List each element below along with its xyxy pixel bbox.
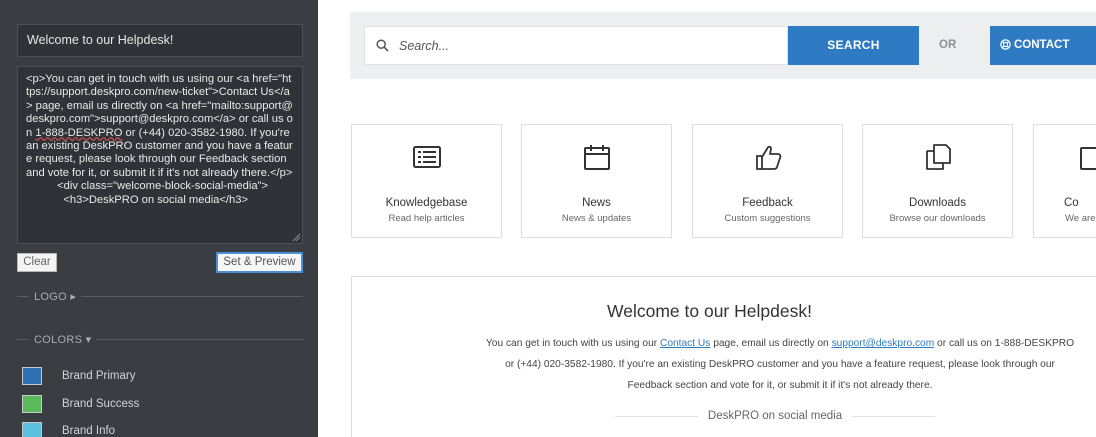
- card-downloads[interactable]: Downloads Browse our downloads: [862, 124, 1013, 238]
- divider: [81, 295, 303, 297]
- search-box[interactable]: [364, 26, 788, 65]
- color-label: Brand Info: [62, 425, 116, 437]
- editor-sidebar: Welcome to our Helpdesk! <p>You can get …: [0, 0, 318, 437]
- welcome-body: You can get in touch with us using our C…: [450, 333, 1096, 396]
- color-swatch[interactable]: [22, 395, 42, 413]
- page: Welcome to our Helpdesk! <p>You can get …: [0, 0, 1096, 437]
- colors-section-label: COLORS ▾: [34, 333, 92, 346]
- card-knowledgebase[interactable]: Knowledgebase Read help articles: [351, 124, 502, 238]
- card-subtitle: Read help articles: [388, 213, 465, 224]
- support-email-link[interactable]: support@deskpro.com: [832, 338, 935, 349]
- card-news[interactable]: News News & updates: [521, 124, 672, 238]
- search-button[interactable]: SEARCH: [788, 26, 919, 65]
- search-input[interactable]: [399, 27, 779, 64]
- divider: [17, 338, 29, 340]
- calendar-icon: [583, 145, 610, 170]
- card-title: News: [582, 197, 611, 209]
- logo-section-label: LOGO ▸: [34, 290, 77, 303]
- card-subtitle: We are: [1065, 213, 1096, 224]
- card-title: Co: [1064, 197, 1079, 209]
- logo-section-toggle[interactable]: LOGO ▸: [17, 289, 303, 303]
- welcome-line-2: or (+44) 020-3582-1980. If you're an exi…: [505, 359, 1055, 370]
- colors-section-toggle[interactable]: COLORS ▾: [17, 332, 303, 346]
- divider: [615, 415, 698, 417]
- social-media-label: DeskPRO on social media: [707, 410, 843, 422]
- contact-icon: [1080, 147, 1096, 170]
- clear-button[interactable]: Clear: [17, 253, 57, 272]
- card-title: Knowledgebase: [385, 197, 468, 209]
- color-swatch[interactable]: [22, 367, 42, 385]
- chevron-right-icon: ▸: [70, 290, 77, 303]
- thumbs-up-icon: [755, 145, 781, 170]
- color-label: Brand Success: [62, 398, 140, 410]
- documents-icon: [925, 144, 951, 170]
- search-icon: [376, 39, 389, 52]
- card-contact[interactable]: Co We are: [1033, 124, 1096, 238]
- card-feedback[interactable]: Feedback Custom suggestions: [692, 124, 843, 238]
- divider: [17, 295, 29, 297]
- welcome-html-textarea[interactable]: <p>You can get in touch with us using ou…: [17, 66, 303, 244]
- divider: [96, 338, 303, 340]
- color-item-brand-info[interactable]: Brand Info: [22, 421, 115, 437]
- card-title: Feedback: [742, 197, 793, 209]
- color-item-brand-primary[interactable]: Brand Primary: [22, 366, 136, 386]
- lifebuoy-icon: [1000, 39, 1011, 50]
- welcome-heading: Welcome to our Helpdesk!: [607, 301, 812, 321]
- card-subtitle: Browse our downloads: [889, 213, 986, 224]
- contact-button-label: CONTACT: [1014, 39, 1070, 51]
- welcome-line-3: Feedback section and vote for it, or sub…: [627, 380, 933, 391]
- contact-us-link[interactable]: Contact Us: [660, 338, 710, 349]
- color-item-brand-success[interactable]: Brand Success: [22, 394, 139, 414]
- set-preview-button[interactable]: Set & Preview: [216, 252, 303, 273]
- code-phone-misspelled: 1-888-DESKPRO: [35, 126, 123, 139]
- card-subtitle: News & updates: [561, 213, 632, 224]
- list-icon: [412, 146, 441, 168]
- welcome-line-1: You can get in touch with us using our C…: [485, 338, 1075, 349]
- contact-button[interactable]: CONTACT: [990, 26, 1096, 65]
- or-label: OR: [939, 39, 957, 51]
- resize-grip-icon[interactable]: [292, 233, 300, 241]
- color-label: Brand Primary: [62, 370, 136, 382]
- card-subtitle: Custom suggestions: [724, 213, 811, 224]
- divider: [852, 415, 936, 417]
- social-media-heading: DeskPRO on social media: [615, 410, 936, 422]
- welcome-title-input[interactable]: Welcome to our Helpdesk!: [17, 24, 303, 57]
- chevron-down-icon: ▾: [85, 333, 92, 346]
- card-title: Downloads: [909, 197, 966, 209]
- color-swatch[interactable]: [22, 422, 42, 437]
